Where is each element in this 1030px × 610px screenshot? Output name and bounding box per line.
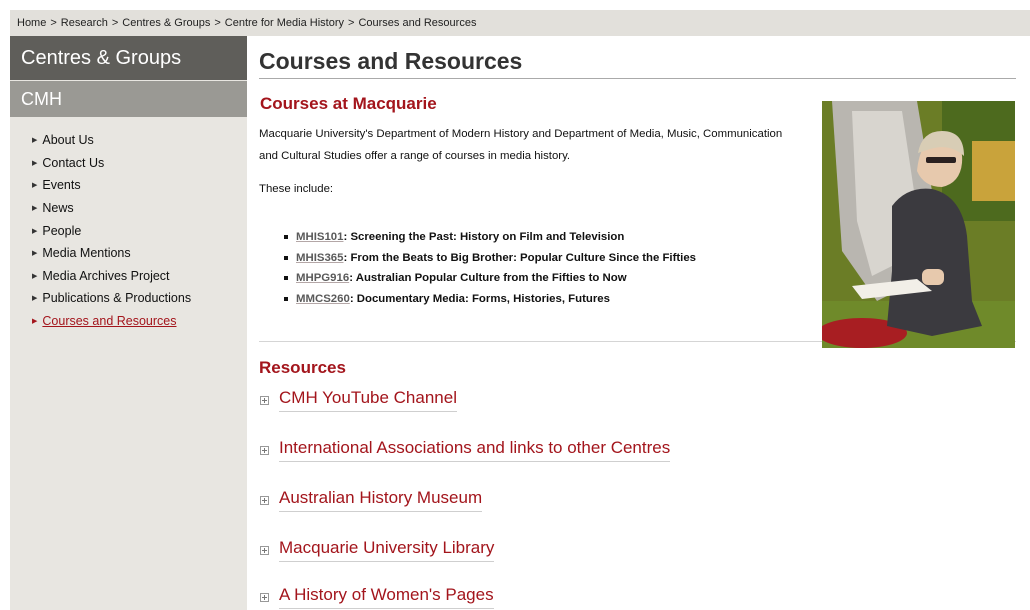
resource-link[interactable]: Macquarie University Library [279,538,495,562]
sidebar-item-media-archives-project[interactable]: ▶ Media Archives Project [32,265,247,288]
expand-plus-icon[interactable] [260,495,269,505]
breadcrumb-separator: > [214,17,221,29]
sidebar-item-label: Media Archives Project [42,268,170,283]
course-code-link[interactable]: MHIS101 [296,231,343,243]
student-photo [822,101,1015,348]
sidebar-item-label: About Us [42,133,94,148]
courses-includes-label: These include: [259,183,334,195]
course-code-link[interactable]: MMCS260 [296,293,350,305]
course-title: : From the Beats to Big Brother: Popular… [343,251,696,264]
sidebar-item-label: Courses and Resources [42,314,177,329]
square-bullet-icon [284,276,288,281]
breadcrumb-separator: > [50,17,57,29]
breadcrumb-centre-media-history[interactable]: Centre for Media History [225,17,344,29]
triangle-bullet-icon: ▶ [32,272,38,280]
expand-plus-icon[interactable] [260,545,269,555]
triangle-bullet-icon: ▶ [32,182,38,190]
list-item: MMCS260: Documentary Media: Forms, Histo… [284,289,696,310]
resource-cmh-youtube-channel[interactable]: CMH YouTube Channel [260,388,457,412]
sidebar-group-heading[interactable]: Centres & Groups [10,36,247,80]
course-code-link[interactable]: MHPG916 [296,272,349,284]
triangle-bullet-icon: ▶ [32,295,38,303]
breadcrumb-separator: > [348,17,355,29]
courses-heading: Courses at Macquarie [260,94,437,113]
square-bullet-icon [284,255,288,260]
courses-intro: Macquarie University's Department of Mod… [259,128,783,162]
expand-plus-icon[interactable] [260,445,269,455]
sidebar-item-contact-us[interactable]: ▶ Contact Us [32,152,247,175]
resource-link[interactable]: CMH YouTube Channel [279,388,457,412]
course-title: : Australian Popular Culture from the Fi… [349,272,627,285]
courses-section: Courses at Macquarie Macquarie Universit… [259,79,1016,348]
expand-plus-icon[interactable] [260,395,269,405]
sidebar-sub-heading[interactable]: CMH [10,81,247,117]
resource-macquarie-university-library[interactable]: Macquarie University Library [260,538,495,562]
sidebar-item-news[interactable]: ▶ News [32,197,247,220]
resources-heading: Resources [259,358,346,377]
sidebar-item-courses-resources[interactable]: ▶ Courses and Resources [32,310,247,333]
sidebar-item-events[interactable]: ▶ Events [32,174,247,197]
course-list: MHIS101: Screening the Past: History on … [284,227,696,309]
list-item: MHPG916: Australian Popular Culture from… [284,268,696,289]
triangle-bullet-icon: ▶ [32,205,38,213]
sidebar-item-people[interactable]: ▶ People [32,219,247,242]
course-title: : Documentary Media: Forms, Histories, F… [349,292,610,305]
sidebar-item-label: People [42,223,82,238]
sidebar-item-publications-productions[interactable]: ▶ Publications & Productions [32,287,247,310]
breadcrumb: Home > Research > Centres & Groups > Cen… [10,10,1030,36]
triangle-bullet-icon: ▶ [32,227,38,235]
page-title: Courses and Resources [259,36,1016,79]
resource-international-associations[interactable]: International Associations and links to … [260,438,671,462]
triangle-bullet-icon: ▶ [32,159,38,167]
sidebar-nav: ▶ About Us ▶ Contact Us ▶ Events ▶ News ▶ Peo… [10,129,247,332]
breadcrumb-home[interactable]: Home [17,17,46,29]
expand-plus-icon[interactable] [260,592,269,602]
main-content: Courses and Resources Courses at Macquar… [259,36,1016,348]
breadcrumb-separator: > [111,17,119,29]
breadcrumb-research[interactable]: Research [61,17,108,29]
sidebar-item-label: Media Mentions [42,246,131,261]
photo-illustration [822,101,1015,348]
breadcrumb-centres-groups[interactable]: Centres & Groups [122,17,210,29]
square-bullet-icon [284,296,288,301]
sidebar-item-label: Publications & Productions [42,291,192,306]
resource-link[interactable]: Australian History Museum [279,488,483,512]
sidebar-item-label: Contact Us [42,155,105,170]
list-item: MHIS365: From the Beats to Big Brother: … [284,248,696,269]
course-title: : Screening the Past: History on Film an… [343,231,625,244]
resource-australian-history-museum[interactable]: Australian History Museum [260,488,483,512]
sidebar-item-label: News [42,201,74,216]
resource-link[interactable]: A History of Women's Pages [279,585,494,609]
list-item: MHIS101: Screening the Past: History on … [284,227,696,248]
resource-history-of-womens-pages[interactable]: A History of Women's Pages [260,585,494,609]
square-bullet-icon [284,235,288,240]
triangle-bullet-icon: ▶ [32,250,38,258]
breadcrumb-current: Courses and Resources [358,17,477,29]
sidebar: Centres & Groups CMH ▶ About Us ▶ Contact … [10,36,247,610]
sidebar-item-media-mentions[interactable]: ▶ Media Mentions [32,242,247,265]
triangle-bullet-icon: ▶ [32,137,38,145]
resource-link[interactable]: International Associations and links to … [279,438,671,462]
sidebar-item-about-us[interactable]: ▶ About Us [32,129,247,152]
triangle-bullet-icon: ▶ [32,318,38,326]
sidebar-item-label: Events [42,178,81,193]
course-code-link[interactable]: MHIS365 [296,252,343,264]
